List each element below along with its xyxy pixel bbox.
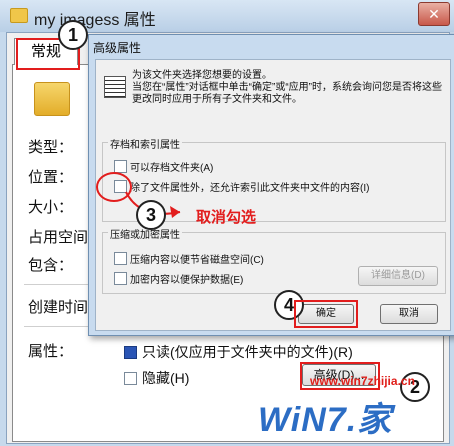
folder-settings-icon xyxy=(104,76,126,98)
watermark-logo: WiN7.家 xyxy=(258,401,393,439)
label-size-on-disk: 占用空间 xyxy=(28,229,89,246)
dialog-title: 高级属性 xyxy=(93,41,142,55)
details-button[interactable]: 详细信息(D) xyxy=(358,266,438,286)
folder-icon-large xyxy=(34,82,70,116)
close-button[interactable]: ✕ xyxy=(418,2,450,26)
readonly-checkbox[interactable] xyxy=(124,346,137,359)
folder-icon xyxy=(10,8,28,23)
dialog-title-bar: 高级属性 xyxy=(89,35,454,57)
archive-group-label: 存档和索引属性 xyxy=(108,136,182,151)
step3-note: 取消勾选 xyxy=(196,209,257,226)
highlight-ok-button xyxy=(294,300,358,328)
readonly-label: 只读(仅应用于文件夹中的文件)(R) xyxy=(142,344,353,360)
label-attributes: 属性： xyxy=(28,343,74,360)
watermark-url: www.win7zhijia.cn xyxy=(310,374,415,388)
step-badge-3: 3 xyxy=(136,200,166,230)
label-size: 大小： xyxy=(28,199,74,216)
compress-checkbox[interactable] xyxy=(114,252,127,265)
dialog-description: 为该文件夹选择您想要的设置。 当您在“属性”对话框中单击“确定”或“应用”时，系… xyxy=(132,70,442,105)
cancel-button[interactable]: 取消 xyxy=(380,304,438,324)
label-contains: 包含： xyxy=(28,257,74,274)
label-location: 位置： xyxy=(28,169,74,186)
archive-checkbox[interactable] xyxy=(114,160,127,173)
window-title: my imagess 属性 xyxy=(34,12,156,29)
encrypt-label: 加密内容以便保护数据(E) xyxy=(130,275,244,286)
label-created: 创建时间 xyxy=(28,299,89,316)
encrypt-checkbox[interactable] xyxy=(114,272,127,285)
compress-label: 压缩内容以便节省磁盘空间(C) xyxy=(130,255,264,266)
hidden-label: 隐藏(H) xyxy=(142,370,190,386)
archive-label: 可以存档文件夹(A) xyxy=(130,163,214,174)
hidden-checkbox[interactable] xyxy=(124,372,137,385)
label-type: 类型： xyxy=(28,139,74,156)
step-badge-1: 1 xyxy=(58,20,88,50)
